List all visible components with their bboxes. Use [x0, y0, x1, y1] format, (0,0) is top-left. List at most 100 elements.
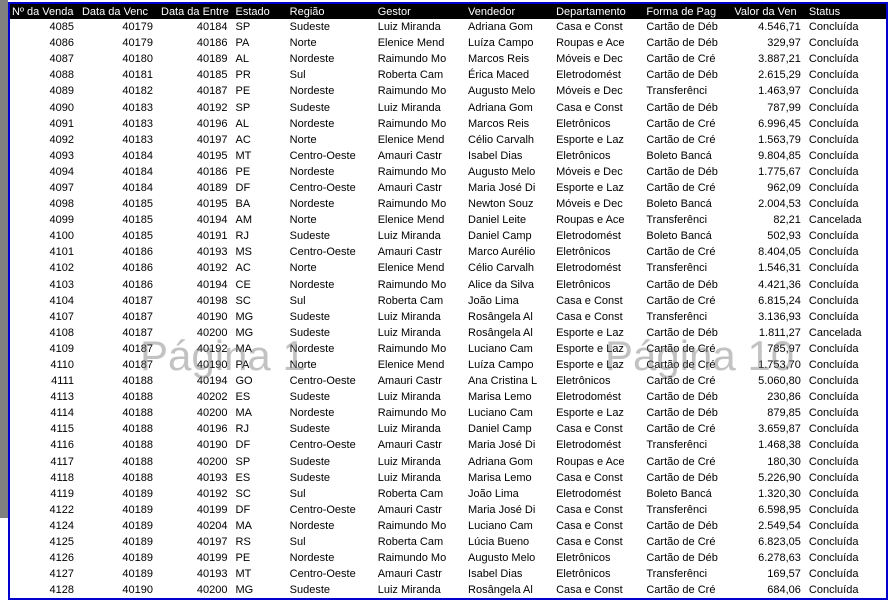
cell-st[interactable]: Concluída — [807, 550, 886, 566]
cell-venc[interactable]: 40188 — [80, 389, 159, 405]
cell-num[interactable]: 4093 — [10, 148, 80, 164]
cell-val[interactable]: 2.004,53 — [732, 196, 807, 212]
table-row[interactable]: 41184018840193ESSudesteLuiz MirandaMaris… — [10, 470, 886, 486]
cell-vend[interactable]: Ana Cristina L — [466, 373, 554, 389]
table-row[interactable]: 40894018240187PENordesteRaimundo MoAugus… — [10, 83, 886, 99]
cell-entr[interactable]: 40192 — [159, 260, 234, 276]
table-row[interactable]: 41114018840194GOCentro-OesteAmauri Castr… — [10, 373, 886, 389]
cell-reg[interactable]: Norte — [288, 357, 376, 373]
cell-num[interactable]: 4125 — [10, 534, 80, 550]
cell-entr[interactable]: 40187 — [159, 83, 234, 99]
table-row[interactable]: 41004018540191RJSudesteLuiz MirandaDanie… — [10, 228, 886, 244]
cell-vend[interactable]: Augusto Melo — [466, 164, 554, 180]
cell-num[interactable]: 4086 — [10, 35, 80, 51]
table-row[interactable]: 40984018540195BANordesteRaimundo MoNewto… — [10, 196, 886, 212]
cell-venc[interactable]: 40187 — [80, 309, 159, 325]
cell-reg[interactable]: Norte — [288, 132, 376, 148]
cell-venc[interactable]: 40188 — [80, 373, 159, 389]
cell-num[interactable]: 4115 — [10, 421, 80, 437]
cell-val[interactable]: 3.887,21 — [732, 51, 807, 67]
cell-venc[interactable]: 40187 — [80, 357, 159, 373]
table-row[interactable]: 41134018840202ESSudesteLuiz MirandaMaris… — [10, 389, 886, 405]
cell-dep[interactable]: Casa e Const — [554, 421, 644, 437]
cell-st[interactable]: Concluída — [807, 309, 886, 325]
col-valor[interactable]: Valor da Ven — [732, 4, 807, 19]
cell-gest[interactable]: Luiz Miranda — [376, 309, 466, 325]
table-row[interactable]: 41224018940199DFCentro-OesteAmauri Castr… — [10, 502, 886, 518]
cell-dep[interactable]: Móveis e Dec — [554, 164, 644, 180]
cell-st[interactable]: Concluída — [807, 132, 886, 148]
cell-st[interactable]: Concluída — [807, 518, 886, 534]
cell-uf[interactable]: MA — [234, 341, 288, 357]
cell-vend[interactable]: Luciano Cam — [466, 518, 554, 534]
table-row[interactable]: 40884018140185PRSulRoberta CamÉrica Mace… — [10, 67, 886, 83]
cell-reg[interactable]: Nordeste — [288, 196, 376, 212]
cell-gest[interactable]: Luiz Miranda — [376, 389, 466, 405]
cell-uf[interactable]: RJ — [234, 421, 288, 437]
header-row[interactable]: Nº da Venda Data da Venc Data da Entre E… — [10, 4, 886, 19]
cell-uf[interactable]: SC — [234, 293, 288, 309]
cell-num[interactable]: 4119 — [10, 486, 80, 502]
cell-uf[interactable]: PE — [234, 164, 288, 180]
cell-num[interactable]: 4103 — [10, 277, 80, 293]
cell-num[interactable]: 4126 — [10, 550, 80, 566]
cell-st[interactable]: Concluída — [807, 534, 886, 550]
table-row[interactable]: 41264018940199PENordesteRaimundo MoAugus… — [10, 550, 886, 566]
cell-vend[interactable]: Maria José Di — [466, 502, 554, 518]
cell-uf[interactable]: PE — [234, 83, 288, 99]
cell-fp[interactable]: Cartão de Cré — [644, 116, 732, 132]
cell-reg[interactable]: Nordeste — [288, 341, 376, 357]
cell-val[interactable]: 2.615,29 — [732, 67, 807, 83]
cell-st[interactable]: Concluída — [807, 116, 886, 132]
cell-dep[interactable]: Eletrônicos — [554, 116, 644, 132]
cell-fp[interactable]: Cartão de Déb — [644, 518, 732, 534]
cell-val[interactable]: 4.546,71 — [732, 19, 807, 35]
cell-dep[interactable]: Eletrodomést — [554, 486, 644, 502]
cell-vend[interactable]: Daniel Leite — [466, 212, 554, 228]
table-row[interactable]: 41274018940193MTCentro-OesteAmauri Castr… — [10, 566, 886, 582]
cell-entr[interactable]: 40193 — [159, 566, 234, 582]
cell-vend[interactable]: Maria José Di — [466, 437, 554, 453]
cell-dep[interactable]: Eletrodomést — [554, 437, 644, 453]
cell-dep[interactable]: Eletrônicos — [554, 148, 644, 164]
cell-dep[interactable]: Esporte e Laz — [554, 341, 644, 357]
cell-vend[interactable]: Adriana Gom — [466, 19, 554, 35]
cell-val[interactable]: 180,30 — [732, 454, 807, 470]
cell-vend[interactable]: Alice da Silva — [466, 277, 554, 293]
cell-uf[interactable]: AL — [234, 116, 288, 132]
cell-val[interactable]: 785,97 — [732, 341, 807, 357]
cell-vend[interactable]: Célio Carvalh — [466, 260, 554, 276]
cell-vend[interactable]: Luíza Campo — [466, 357, 554, 373]
cell-reg[interactable]: Norte — [288, 35, 376, 51]
cell-vend[interactable]: Luciano Cam — [466, 341, 554, 357]
cell-st[interactable]: Concluída — [807, 389, 886, 405]
cell-num[interactable]: 4098 — [10, 196, 80, 212]
cell-vend[interactable]: João Lima — [466, 486, 554, 502]
cell-num[interactable]: 4097 — [10, 180, 80, 196]
cell-vend[interactable]: Newton Souz — [466, 196, 554, 212]
cell-dep[interactable]: Casa e Const — [554, 518, 644, 534]
cell-gest[interactable]: Luiz Miranda — [376, 421, 466, 437]
cell-uf[interactable]: PE — [234, 550, 288, 566]
cell-vend[interactable]: Rosângela Al — [466, 325, 554, 341]
cell-reg[interactable]: Sul — [288, 486, 376, 502]
cell-uf[interactable]: DF — [234, 180, 288, 196]
cell-reg[interactable]: Nordeste — [288, 277, 376, 293]
cell-vend[interactable]: Marisa Lemo — [466, 470, 554, 486]
cell-fp[interactable]: Cartão de Cré — [644, 454, 732, 470]
cell-vend[interactable]: Luíza Campo — [466, 35, 554, 51]
cell-num[interactable]: 4127 — [10, 566, 80, 582]
cell-vend[interactable]: Marco Aurélio — [466, 244, 554, 260]
cell-fp[interactable]: Cartão de Déb — [644, 470, 732, 486]
table-row[interactable]: 41244018940204MANordesteRaimundo MoLucia… — [10, 518, 886, 534]
cell-reg[interactable]: Sudeste — [288, 228, 376, 244]
cell-fp[interactable]: Cartão de Déb — [644, 277, 732, 293]
cell-fp[interactable]: Cartão de Cré — [644, 51, 732, 67]
cell-dep[interactable]: Casa e Const — [554, 582, 644, 598]
cell-dep[interactable]: Eletrodomést — [554, 389, 644, 405]
cell-st[interactable]: Concluída — [807, 470, 886, 486]
cell-fp[interactable]: Boleto Bancá — [644, 196, 732, 212]
table-row[interactable]: 40924018340197ACNorteElenice MendCélio C… — [10, 132, 886, 148]
table-row[interactable]: 41084018740200MGSudesteLuiz MirandaRosân… — [10, 325, 886, 341]
cell-vend[interactable]: Luciano Cam — [466, 405, 554, 421]
